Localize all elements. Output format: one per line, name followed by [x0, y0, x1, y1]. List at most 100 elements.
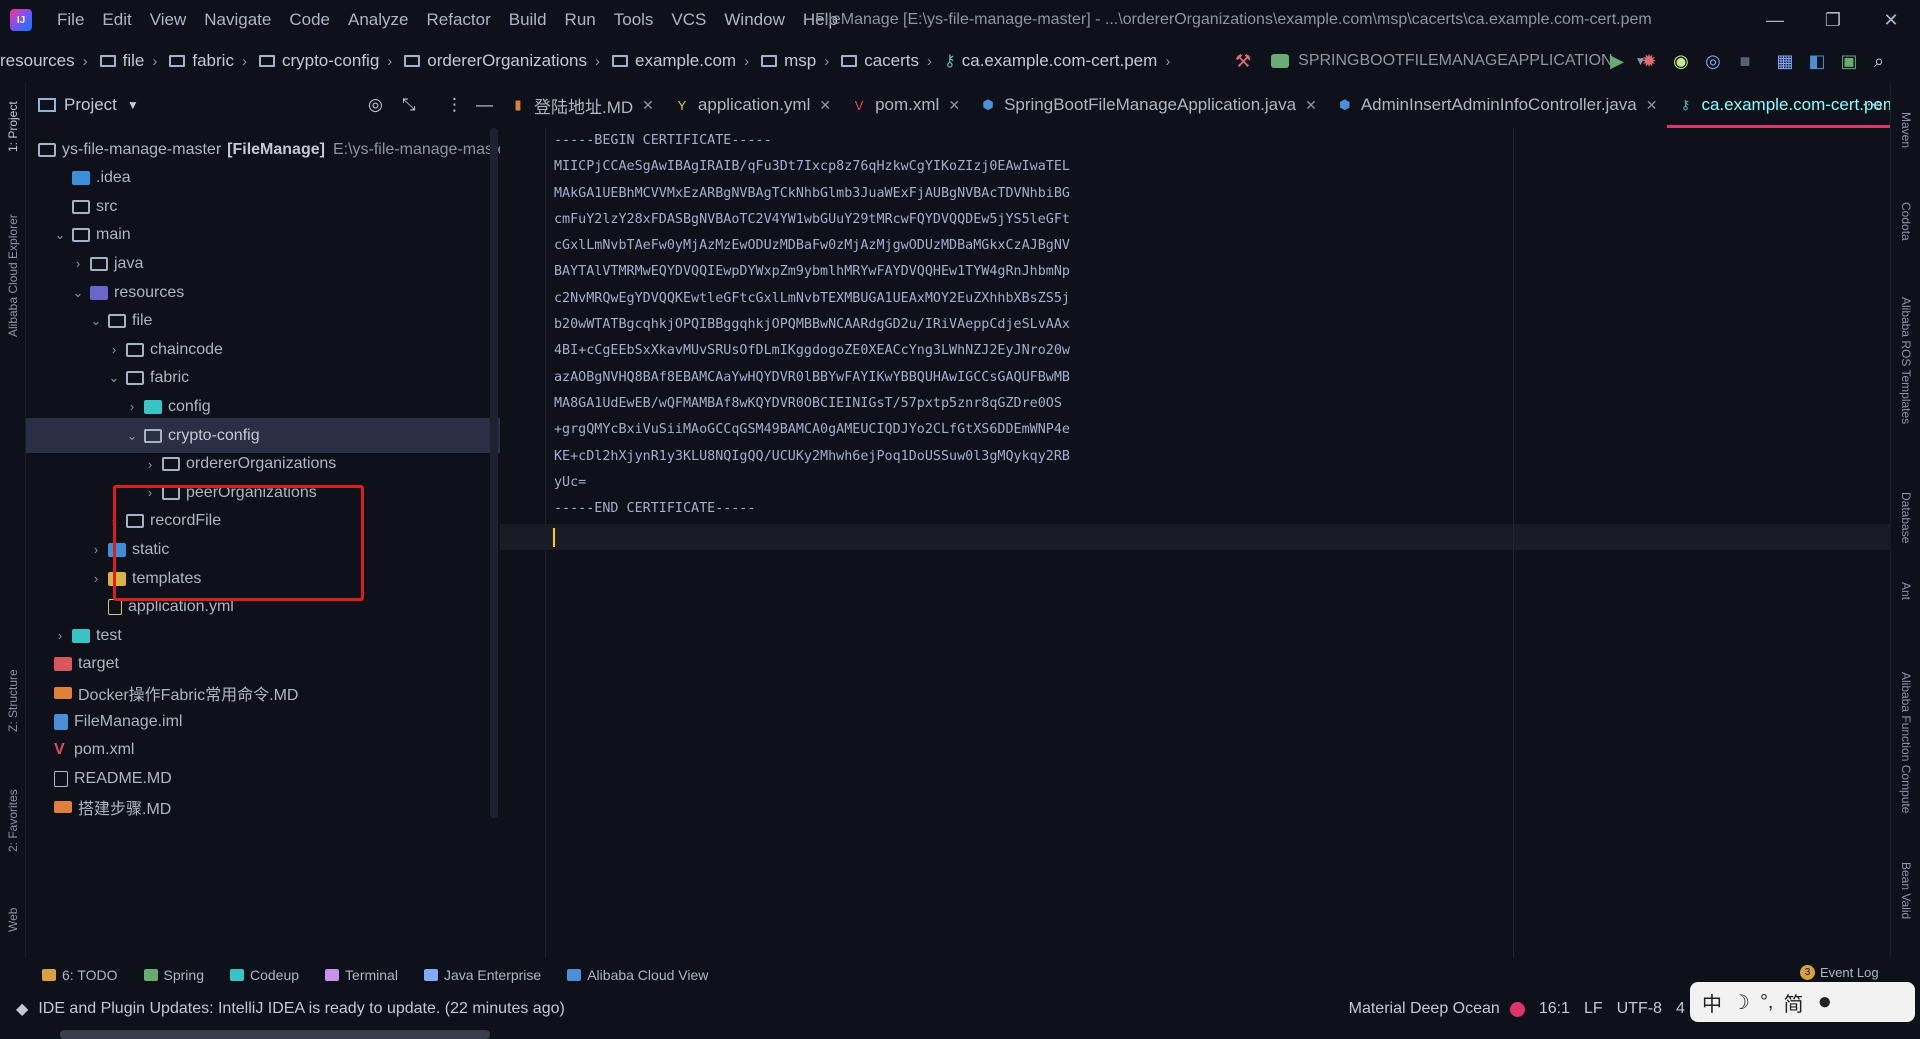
line-separator[interactable]: LF — [1584, 1000, 1603, 1018]
chevron-down-icon[interactable]: ⌄ — [106, 370, 122, 386]
project-view-selector[interactable]: Project ▼ — [38, 95, 139, 115]
tool-window-button[interactable]: Java Enterprise — [423, 967, 541, 983]
theme-name[interactable]: Material Deep Ocean — [1349, 1000, 1500, 1018]
menu-code[interactable]: Code — [280, 0, 339, 40]
status-message[interactable]: ◆ IDE and Plugin Updates: IntelliJ IDEA … — [16, 999, 565, 1019]
breadcrumb-item[interactable]: file › — [88, 51, 157, 71]
tool-window-alibaba-cloud-explorer[interactable]: Alibaba Cloud Explorer — [6, 214, 20, 337]
menu-navigate[interactable]: Navigate — [195, 0, 280, 40]
tool-window-database[interactable]: Database — [1899, 492, 1913, 543]
horizontal-scrollbar[interactable] — [60, 1030, 490, 1039]
chevron-down-icon[interactable]: ⌄ — [70, 285, 86, 301]
tool-window-button[interactable]: Codeup — [229, 967, 300, 983]
tool-window-ant[interactable]: Ant — [1899, 582, 1913, 600]
minimize-button[interactable]: — — [1746, 0, 1804, 40]
restore-button[interactable]: ❐ — [1804, 0, 1862, 40]
tool-window-button[interactable]: 6: TODO — [42, 967, 118, 983]
locate-file-icon[interactable]: ◎ — [368, 95, 383, 115]
ime-width-icon[interactable]: ☽ — [1732, 990, 1750, 1015]
tool-window-label: Codeup — [249, 967, 300, 983]
breadcrumb-item[interactable]: ⚷ ca.example.com-cert.pem › — [932, 51, 1170, 71]
ime-lang[interactable]: 中 — [1702, 988, 1722, 1017]
menu-view[interactable]: View — [141, 0, 196, 40]
caret-position[interactable]: 16:1 — [1539, 1000, 1570, 1018]
breadcrumb-label: ca.example.com-cert.pem — [961, 51, 1158, 70]
chevron-right-icon[interactable]: › — [88, 542, 104, 557]
tool-window-project[interactable]: 1: Project — [6, 101, 20, 152]
tool-window-alibaba-function-compute[interactable]: Alibaba Function Compute — [1899, 672, 1913, 813]
tree-node[interactable]: 搭建步骤.MD — [26, 790, 500, 825]
chevron-down-icon[interactable]: ⌄ — [124, 428, 140, 444]
menu-vcs[interactable]: VCS — [662, 0, 715, 40]
menu-build[interactable]: Build — [500, 0, 556, 40]
event-log-button[interactable]: 3 Event Log — [1800, 965, 1879, 980]
chevron-right-icon[interactable]: › — [142, 457, 158, 472]
stop-icon[interactable]: ■ — [1734, 50, 1756, 72]
coverage-icon[interactable]: ◉ — [1670, 50, 1692, 72]
editor-tab[interactable]: ⬢ SpringBootFileManageApplication.java ✕ — [970, 82, 1327, 128]
breadcrumb-item[interactable]: cacerts › — [829, 51, 932, 71]
close-tab-icon[interactable]: ✕ — [1305, 97, 1317, 114]
editor-tab[interactable]: Yapplication.yml ✕ — [664, 82, 841, 128]
tool-window-structure[interactable]: Z: Structure — [6, 669, 20, 732]
menu-tools[interactable]: Tools — [605, 0, 663, 40]
menu-run[interactable]: Run — [556, 0, 605, 40]
tool-window-codota[interactable]: Codota — [1899, 202, 1913, 241]
chevron-right-icon[interactable]: › — [106, 342, 122, 357]
code-line: b20wWTATBgcqhkjOPQIBBggqhkjOPQMBBwNCAARd… — [554, 317, 1070, 333]
breadcrumb-item[interactable]: msp › — [749, 51, 829, 71]
close-window-button[interactable]: ✕ — [1862, 0, 1920, 40]
breadcrumb-item[interactable]: example.com › — [600, 51, 749, 71]
breadcrumb-item[interactable]: crypto-config › — [247, 51, 392, 71]
project-structure-icon[interactable]: ▦ — [1774, 50, 1796, 72]
collapse-all-icon[interactable]: ⤡ — [402, 95, 416, 115]
tool-window-bean-validation[interactable]: Bean Valid — [1899, 862, 1913, 919]
chevron-down-icon[interactable]: ⌄ — [52, 227, 68, 243]
run-configuration[interactable]: ⚒ SPRINGBOOTFILEMANAGEAPPLICATION ▼ — [1235, 47, 1646, 75]
terminal-shortcut-icon[interactable]: ▣ — [1838, 50, 1860, 72]
menu-refactor[interactable]: Refactor — [417, 0, 499, 40]
close-tab-icon[interactable]: ✕ — [948, 97, 960, 114]
ime-mode[interactable]: 简 — [1784, 988, 1804, 1017]
tool-window-maven[interactable]: Maven — [1899, 112, 1913, 148]
chevron-right-icon[interactable]: › — [52, 628, 68, 643]
editor-tab[interactable]: ▮ 登陆地址.MD ✕ — [500, 82, 664, 128]
tool-window-favorites[interactable]: 2: Favorites — [6, 789, 20, 852]
profile-icon[interactable]: ◎ — [1702, 50, 1724, 72]
breadcrumb-item[interactable]: resources › — [0, 51, 88, 71]
close-tab-icon[interactable]: ✕ — [642, 97, 654, 114]
tabs-overflow[interactable]: ⋯3 — [1862, 96, 1882, 113]
chevron-down-icon[interactable]: ⌄ — [88, 313, 104, 329]
tool-window-button[interactable]: Alibaba Cloud View — [567, 967, 708, 983]
options-menu-icon[interactable]: ⋮ — [446, 95, 463, 115]
folder-res-icon — [90, 285, 108, 300]
tree-scrollbar[interactable] — [490, 128, 498, 818]
chevron-right-icon[interactable]: › — [70, 256, 86, 271]
menu-window[interactable]: Window — [715, 0, 793, 40]
debug-icon[interactable]: ✹ — [1638, 50, 1660, 72]
menu-file[interactable]: File — [48, 0, 93, 40]
chevron-right-icon[interactable]: › — [124, 399, 140, 414]
editor-tab[interactable]: ⚷ ca.example.com-cert.pem — [1667, 82, 1890, 128]
editor-tab[interactable]: ⬢ AdminInsertAdminInfoController.java ✕ — [1327, 82, 1668, 128]
editor-tab[interactable]: Vpom.xml ✕ — [841, 82, 970, 128]
translate-icon[interactable]: ◧ — [1806, 50, 1828, 72]
tool-window-web[interactable]: Web — [6, 908, 20, 932]
ime-toolbar[interactable]: 中 ☽ °, 简 ● — [1690, 982, 1915, 1022]
search-everywhere-icon[interactable]: ⌕ — [1868, 50, 1890, 72]
breadcrumb-item[interactable]: fabric › — [157, 51, 247, 71]
run-icon[interactable]: ▶ — [1606, 50, 1628, 72]
chevron-right-icon[interactable]: › — [88, 571, 104, 586]
close-tab-icon[interactable]: ✕ — [1646, 97, 1658, 114]
breadcrumb-item[interactable]: ordererOrganizations › — [392, 51, 600, 71]
menu-edit[interactable]: Edit — [93, 0, 140, 40]
build-hammer-icon[interactable]: ⚒ — [1235, 51, 1251, 72]
tool-window-alibaba-ros[interactable]: Alibaba ROS Templates — [1899, 297, 1913, 424]
file-encoding[interactable]: UTF-8 — [1617, 1000, 1662, 1018]
hide-panel-icon[interactable]: — — [476, 95, 493, 115]
tool-window-button[interactable]: Spring — [143, 967, 204, 983]
tool-window-button[interactable]: Terminal — [325, 967, 398, 983]
menu-analyze[interactable]: Analyze — [339, 0, 417, 40]
ime-punct[interactable]: °, — [1760, 991, 1774, 1014]
close-tab-icon[interactable]: ✕ — [819, 97, 831, 114]
